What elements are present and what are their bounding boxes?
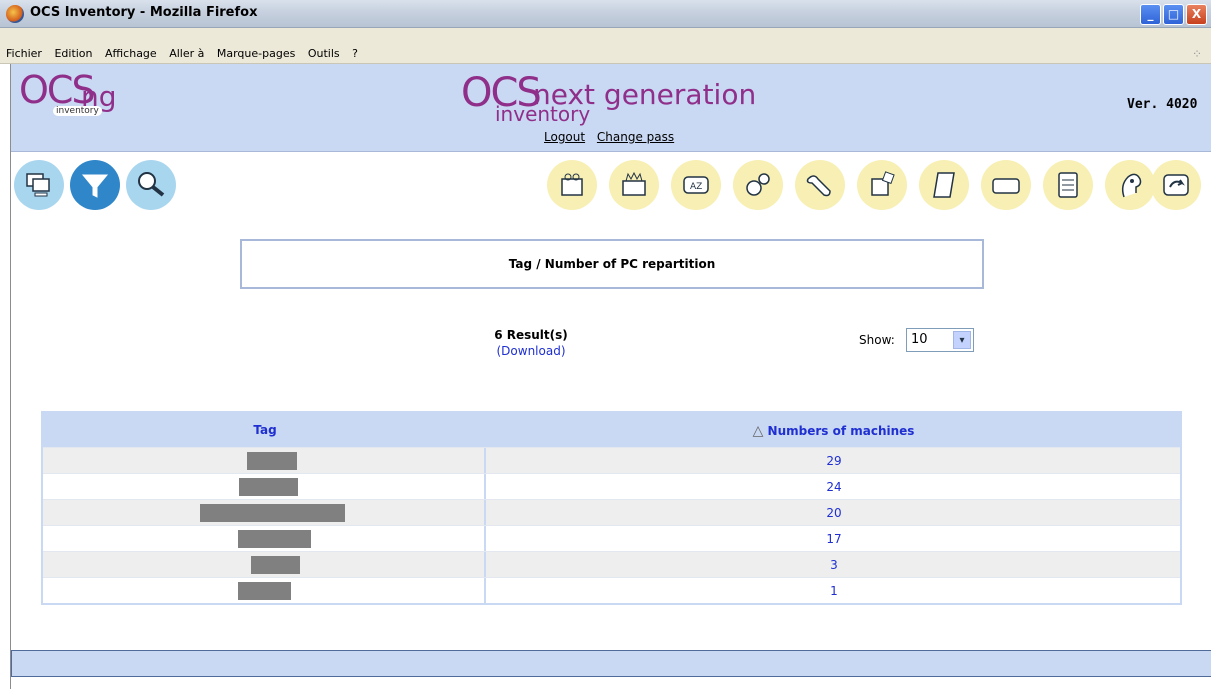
table-row: 3 [43,551,1180,577]
banner-inventory-text: inventory [495,102,591,126]
banner-logo: OCS next generation inventory [461,70,791,130]
redacted-tag [238,530,311,548]
redacted-tag [251,556,300,574]
search-icon[interactable] [126,160,176,210]
count-link[interactable]: 24 [488,474,1180,499]
menu-affichage[interactable]: Affichage [105,47,157,60]
logout-link[interactable]: Logout [544,130,585,144]
firefox-icon [6,5,24,23]
throbber-icon: ⁘ [1191,47,1203,61]
config-icon[interactable] [733,160,783,210]
page-header: OCS ng inventory OCS next generation inv… [11,64,1211,152]
menu-aller[interactable]: Aller à [169,47,204,60]
menu-bar: Fichier Edition Affichage Aller à Marque… [0,44,1211,64]
logo-inventory-text: inventory [53,106,102,116]
dictionary-icon[interactable]: AZ [671,160,721,210]
count-link[interactable]: 29 [488,448,1180,473]
download-link[interactable]: (Download) [451,344,611,358]
svg-text:AZ: AZ [690,182,702,192]
tag-cell [43,552,486,577]
table-header: Tag △ Numbers of machines [43,413,1180,447]
help-icon[interactable] [1105,160,1155,210]
registry-icon[interactable] [857,160,907,210]
page-viewport: OCS ng inventory OCS next generation inv… [10,64,1211,689]
show-select[interactable]: 10 ▾ [906,328,974,352]
column-header-count[interactable]: △ Numbers of machines [487,423,1180,439]
show-label: Show: [859,333,895,347]
header-links: Logout Change pass [544,130,682,144]
notes-icon[interactable] [919,160,969,210]
count-link[interactable]: 17 [488,526,1180,551]
table-row: 17 [43,525,1180,551]
back-icon[interactable] [1151,160,1201,210]
chevron-down-icon[interactable]: ▾ [953,331,971,349]
count-link[interactable]: 1 [488,578,1180,603]
close-button[interactable]: X [1186,4,1207,25]
table-row: 1 [43,577,1180,603]
menu-outils[interactable]: Outils [308,47,340,60]
tag-cell [43,578,486,603]
menu-marque-pages[interactable]: Marque-pages [217,47,295,60]
card-icon[interactable] [981,160,1031,210]
document-icon[interactable] [1043,160,1093,210]
table-row: 20 [43,499,1180,525]
count-link[interactable]: 3 [488,552,1180,577]
menu-edition[interactable]: Edition [54,47,92,60]
result-count: 6 Result(s) [494,328,568,342]
menu-help[interactable]: ? [352,47,358,60]
wrench-icon[interactable] [795,160,845,210]
redacted-tag [200,504,345,522]
page-title-box: Tag / Number of PC repartition [240,239,984,289]
tag-cell [43,500,486,525]
page-title: Tag / Number of PC repartition [508,257,716,271]
tag-cell [43,448,486,473]
tag-cell [43,526,486,551]
results-table: Tag △ Numbers of machines 29 24 20 17 3 … [41,411,1182,605]
packages-icon[interactable] [547,160,597,210]
tag-cell [43,474,486,499]
menu-fichier[interactable]: Fichier [6,47,42,60]
count-link[interactable]: 20 [488,500,1180,525]
column-header-tag[interactable]: Tag [43,423,487,437]
browser-window: OCS Inventory - Mozilla Firefox _ □ X Fi… [0,0,1211,689]
firewall-icon[interactable] [609,160,659,210]
table-row: 24 [43,473,1180,499]
minimize-button[interactable]: _ [1140,4,1161,25]
table-row: 29 [43,447,1180,473]
redacted-tag [238,582,291,600]
redacted-tag [247,452,297,470]
maximize-button[interactable]: □ [1163,4,1184,25]
show-select-value: 10 [911,332,928,347]
ocs-logo[interactable]: OCS ng inventory [19,68,137,128]
column-header-count-label: Numbers of machines [767,424,915,438]
change-pass-link[interactable]: Change pass [597,130,674,144]
version-label: Ver. 4020 [1127,97,1198,112]
redacted-tag [239,478,298,496]
computers-icon[interactable] [14,160,64,210]
title-bar: OCS Inventory - Mozilla Firefox _ □ X [0,0,1211,28]
sort-ascending-icon: △ [752,423,764,439]
footer-bar [11,650,1211,677]
window-title: OCS Inventory - Mozilla Firefox [30,5,258,20]
filter-icon[interactable] [70,160,120,210]
